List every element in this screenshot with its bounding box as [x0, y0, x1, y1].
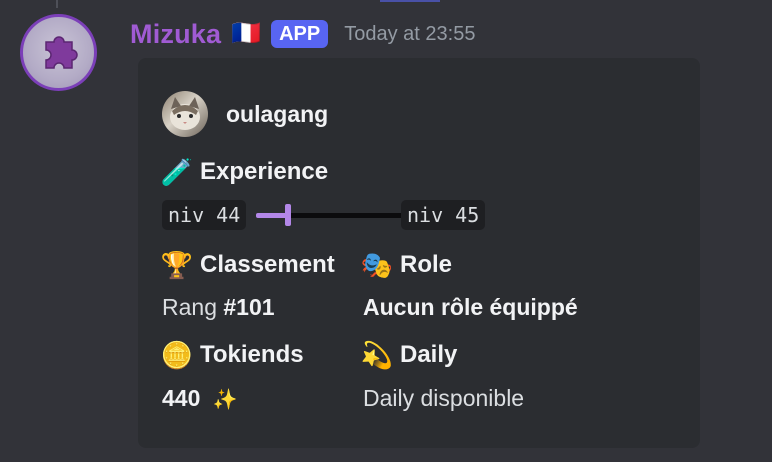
previous-message-edge — [380, 0, 440, 2]
role-title: Role — [400, 251, 453, 278]
ranking-title: Classement — [200, 251, 335, 278]
tokiends-amount: 440 — [162, 385, 201, 411]
message-header: Mizuka 🇫🇷 APP Today at 23:55 — [130, 14, 475, 54]
progress-bar-track — [291, 213, 401, 218]
profile-embed: oulagang 🧪 Experience niv 44 niv 45 🏆 Cl… — [138, 58, 700, 448]
timestamp[interactable]: Today at 23:55 — [344, 23, 475, 46]
ranking-prefix: Rang — [162, 294, 217, 320]
sparkle-coins-icon: ✨ — [212, 389, 238, 411]
current-level: niv 44 — [162, 200, 247, 230]
tokiends-value: 440 ✨ — [162, 385, 238, 412]
daily-title: Daily — [400, 341, 458, 368]
reply-thread-line — [56, 0, 58, 8]
cat-photo — [170, 97, 200, 130]
puzzle-piece-icon — [44, 35, 78, 69]
ranking-number: #101 — [223, 294, 275, 320]
dizzy-star-icon: 💫 — [360, 340, 394, 370]
ranking-field-title: 🏆 Classement — [160, 251, 335, 279]
author-name[interactable]: oulagang — [226, 101, 328, 128]
ranking-value: Rang #101 — [162, 294, 275, 321]
coin-icon: 🪙 — [160, 340, 194, 370]
experience-title: Experience — [200, 158, 329, 185]
tokiends-title: Tokiends — [200, 341, 304, 368]
daily-value: Daily disponible — [363, 385, 525, 411]
daily-field-title: 💫 Daily — [360, 340, 458, 370]
author-avatar[interactable] — [162, 91, 208, 137]
role-field-title: 🎭 Role — [360, 251, 452, 279]
experience-field-title: 🧪 Experience — [160, 158, 328, 186]
role-value: Aucun rôle équippé — [363, 294, 578, 320]
tokiends-field-title: 🪙 Tokiends — [160, 341, 304, 369]
embed-author: oulagang — [162, 91, 328, 137]
trophy-icon: 🏆 — [160, 250, 194, 280]
theater-masks-icon: 🎭 — [360, 250, 394, 280]
next-level: niv 45 — [401, 200, 486, 230]
test-tube-icon: 🧪 — [160, 157, 194, 187]
france-flag-icon: 🇫🇷 — [231, 20, 262, 47]
experience-progress: niv 44 niv 45 — [162, 200, 502, 230]
username[interactable]: Mizuka — [130, 19, 221, 50]
app-badge: APP — [271, 20, 329, 48]
bot-avatar[interactable] — [20, 14, 97, 91]
